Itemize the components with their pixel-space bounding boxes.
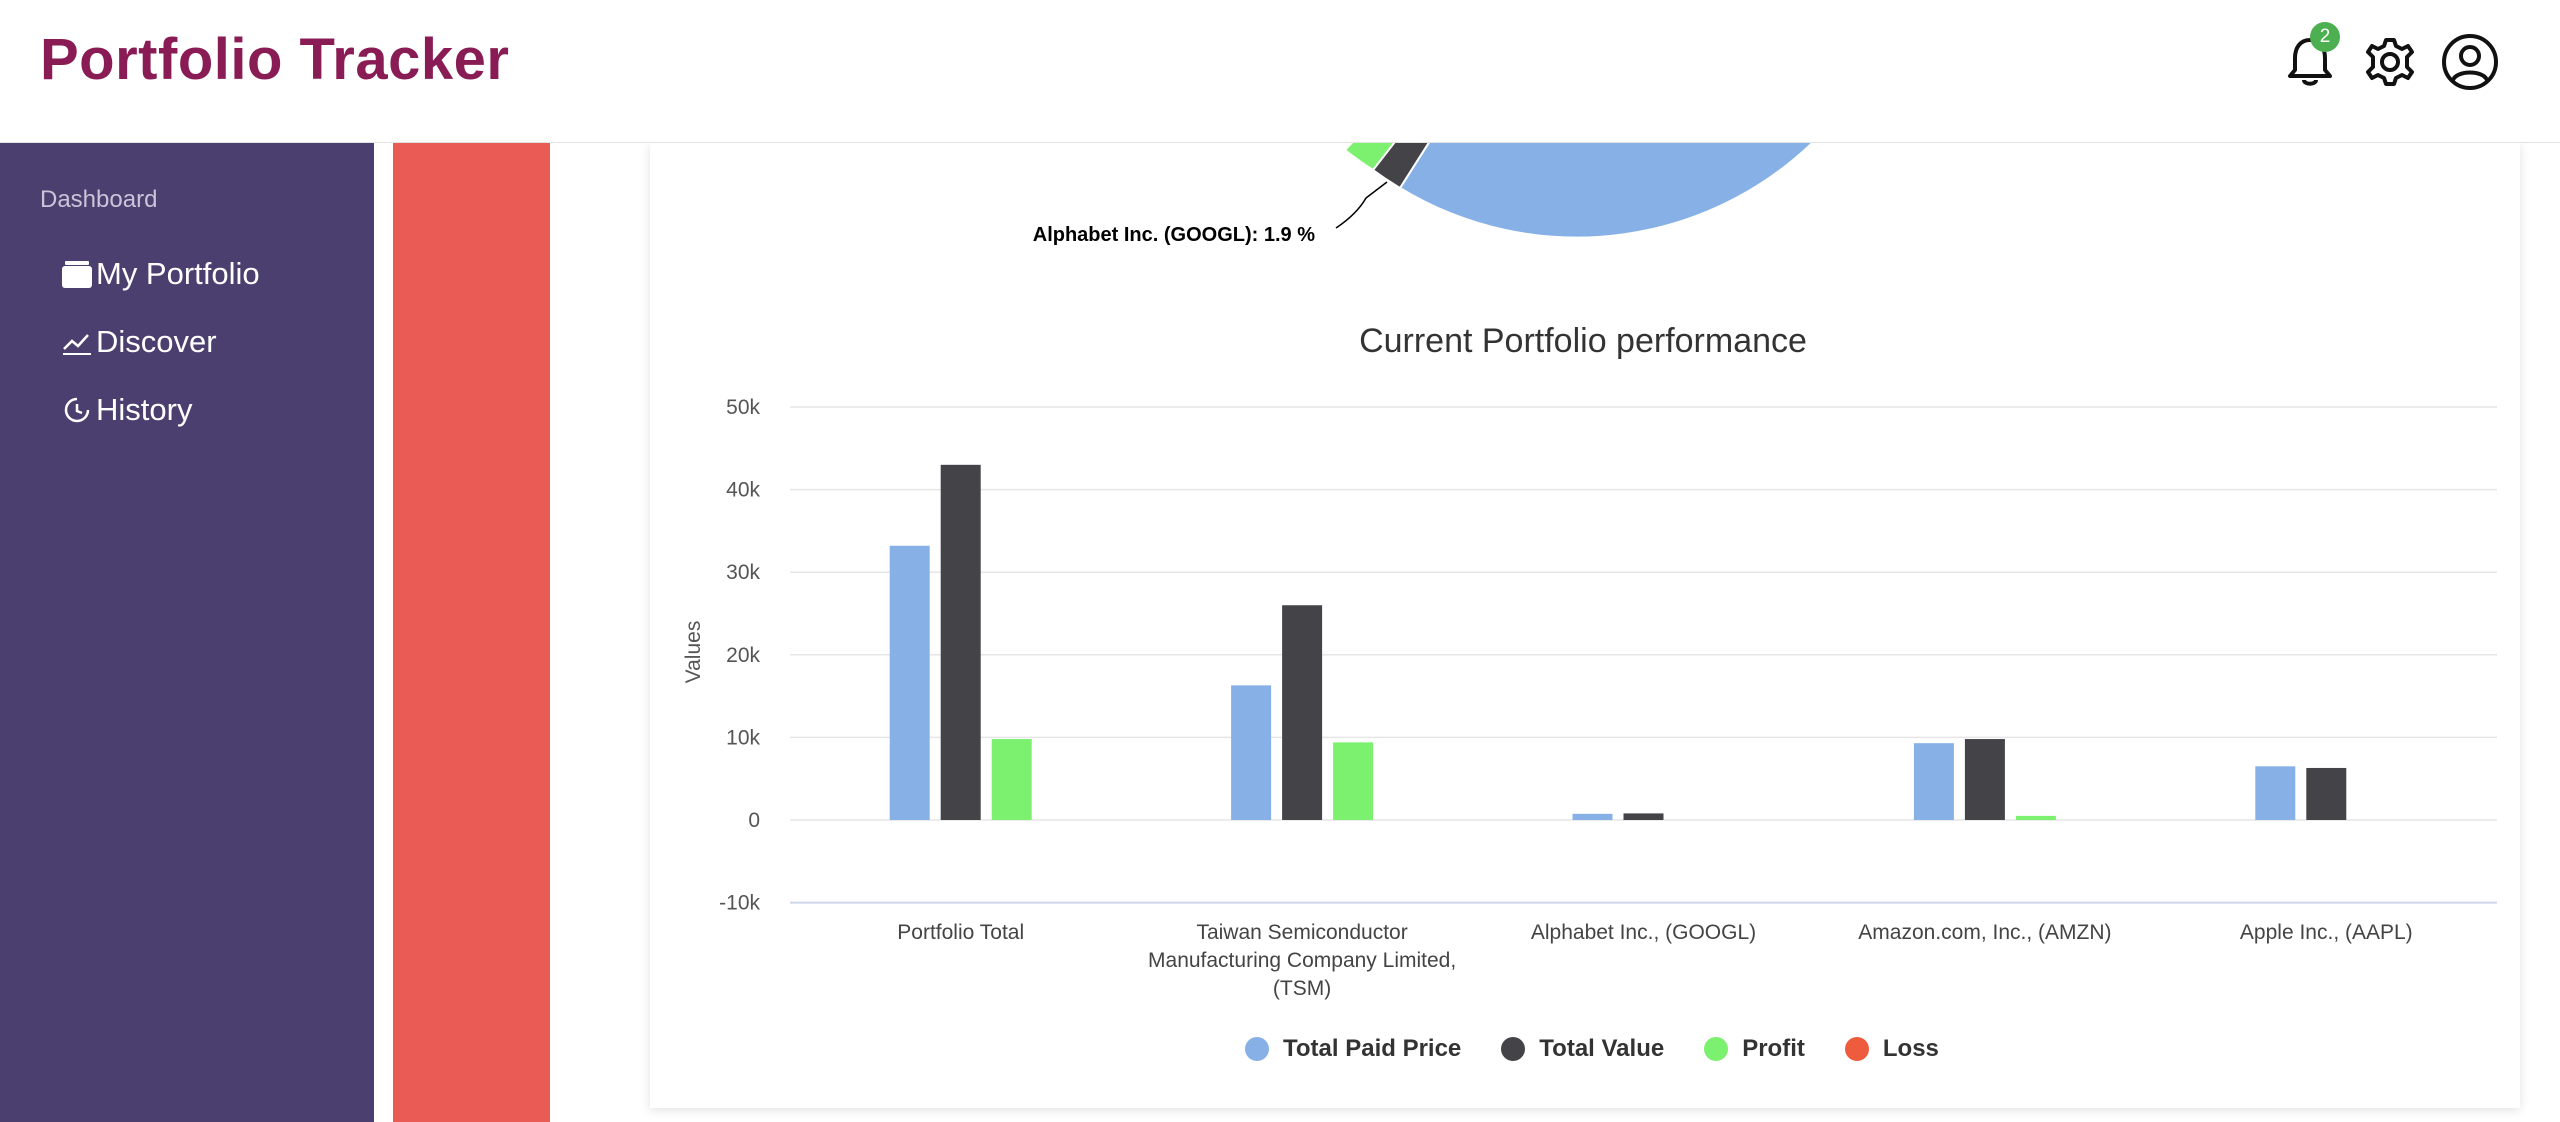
notification-badge: 2 <box>2310 22 2340 52</box>
bar[interactable] <box>1572 813 1613 820</box>
legend-dot <box>1844 1037 1869 1061</box>
legend-label: Profit <box>1742 1035 1805 1062</box>
x-category-label: Portfolio Total <box>897 921 1024 944</box>
legend-item-loss[interactable]: Loss <box>1844 1035 1939 1063</box>
legend-dot <box>1501 1037 1526 1061</box>
y-tick-label: 40k <box>726 479 760 502</box>
chart-legend: Total Paid Price Total Value Profit Loss <box>1245 1035 1939 1063</box>
y-tick-label: 10k <box>726 726 760 749</box>
bar[interactable] <box>889 545 930 820</box>
x-category-label: Manufacturing Company Limited, <box>1148 949 1456 972</box>
y-tick-label: 30k <box>726 561 760 584</box>
y-axis-title: Values <box>682 621 705 684</box>
chart-title: Current Portfolio performance <box>1359 322 1807 360</box>
bar[interactable] <box>1964 739 2005 820</box>
legend-label: Loss <box>1882 1035 1939 1062</box>
user-circle-icon[interactable] <box>2440 32 2500 92</box>
bar[interactable] <box>1623 813 1664 820</box>
bar[interactable] <box>1333 742 1374 820</box>
y-tick-label: 0 <box>748 809 760 832</box>
legend-label: Total Paid Price <box>1283 1035 1462 1062</box>
chart-area: Alphabet Inc. (GOOGL): 1.9 % Values -10k… <box>682 143 2497 1000</box>
top-header: Portfolio Tracker 2 <box>0 0 2560 143</box>
pie-label-connector <box>1335 181 1388 229</box>
x-category-label: Taiwan Semiconductor <box>1196 921 1407 944</box>
bar[interactable] <box>2306 767 2347 820</box>
app-title[interactable]: Portfolio Tracker <box>40 26 509 93</box>
x-category-label: Alphabet Inc., (GOOGL) <box>1531 921 1756 944</box>
legend-dot <box>1704 1037 1729 1061</box>
pie-label-googl: Alphabet Inc. (GOOGL): 1.9 % <box>1033 224 1315 246</box>
bar[interactable] <box>991 739 1032 820</box>
bar[interactable] <box>2015 815 2056 820</box>
bar[interactable] <box>1282 605 1323 820</box>
bar[interactable] <box>940 464 981 820</box>
x-category-label: (TSM) <box>1273 977 1331 1000</box>
legend-item-profit[interactable]: Profit <box>1704 1035 1805 1063</box>
legend-item-total-value[interactable]: Total Value <box>1501 1035 1664 1063</box>
legend-label: Total Value <box>1539 1035 1665 1062</box>
bar[interactable] <box>1231 685 1272 820</box>
y-tick-label: 20k <box>726 644 760 667</box>
bar[interactable] <box>1913 743 1954 820</box>
legend-item-total-paid[interactable]: Total Paid Price <box>1245 1035 1461 1063</box>
y-tick-label: 50k <box>726 396 760 419</box>
legend-dot <box>1245 1037 1269 1061</box>
x-category-label: Apple Inc., (AAPL) <box>2240 921 2413 944</box>
bar-chart: Values -10k 0 10k 20k 30k 40k 50k Portfolio Tot… <box>682 396 2497 1000</box>
y-tick-label: -10k <box>719 892 760 915</box>
x-category-label: Amazon.com, Inc., (AMZN) <box>1858 921 2111 944</box>
bar[interactable] <box>2255 766 2296 820</box>
gear-icon[interactable] <box>2360 32 2420 92</box>
